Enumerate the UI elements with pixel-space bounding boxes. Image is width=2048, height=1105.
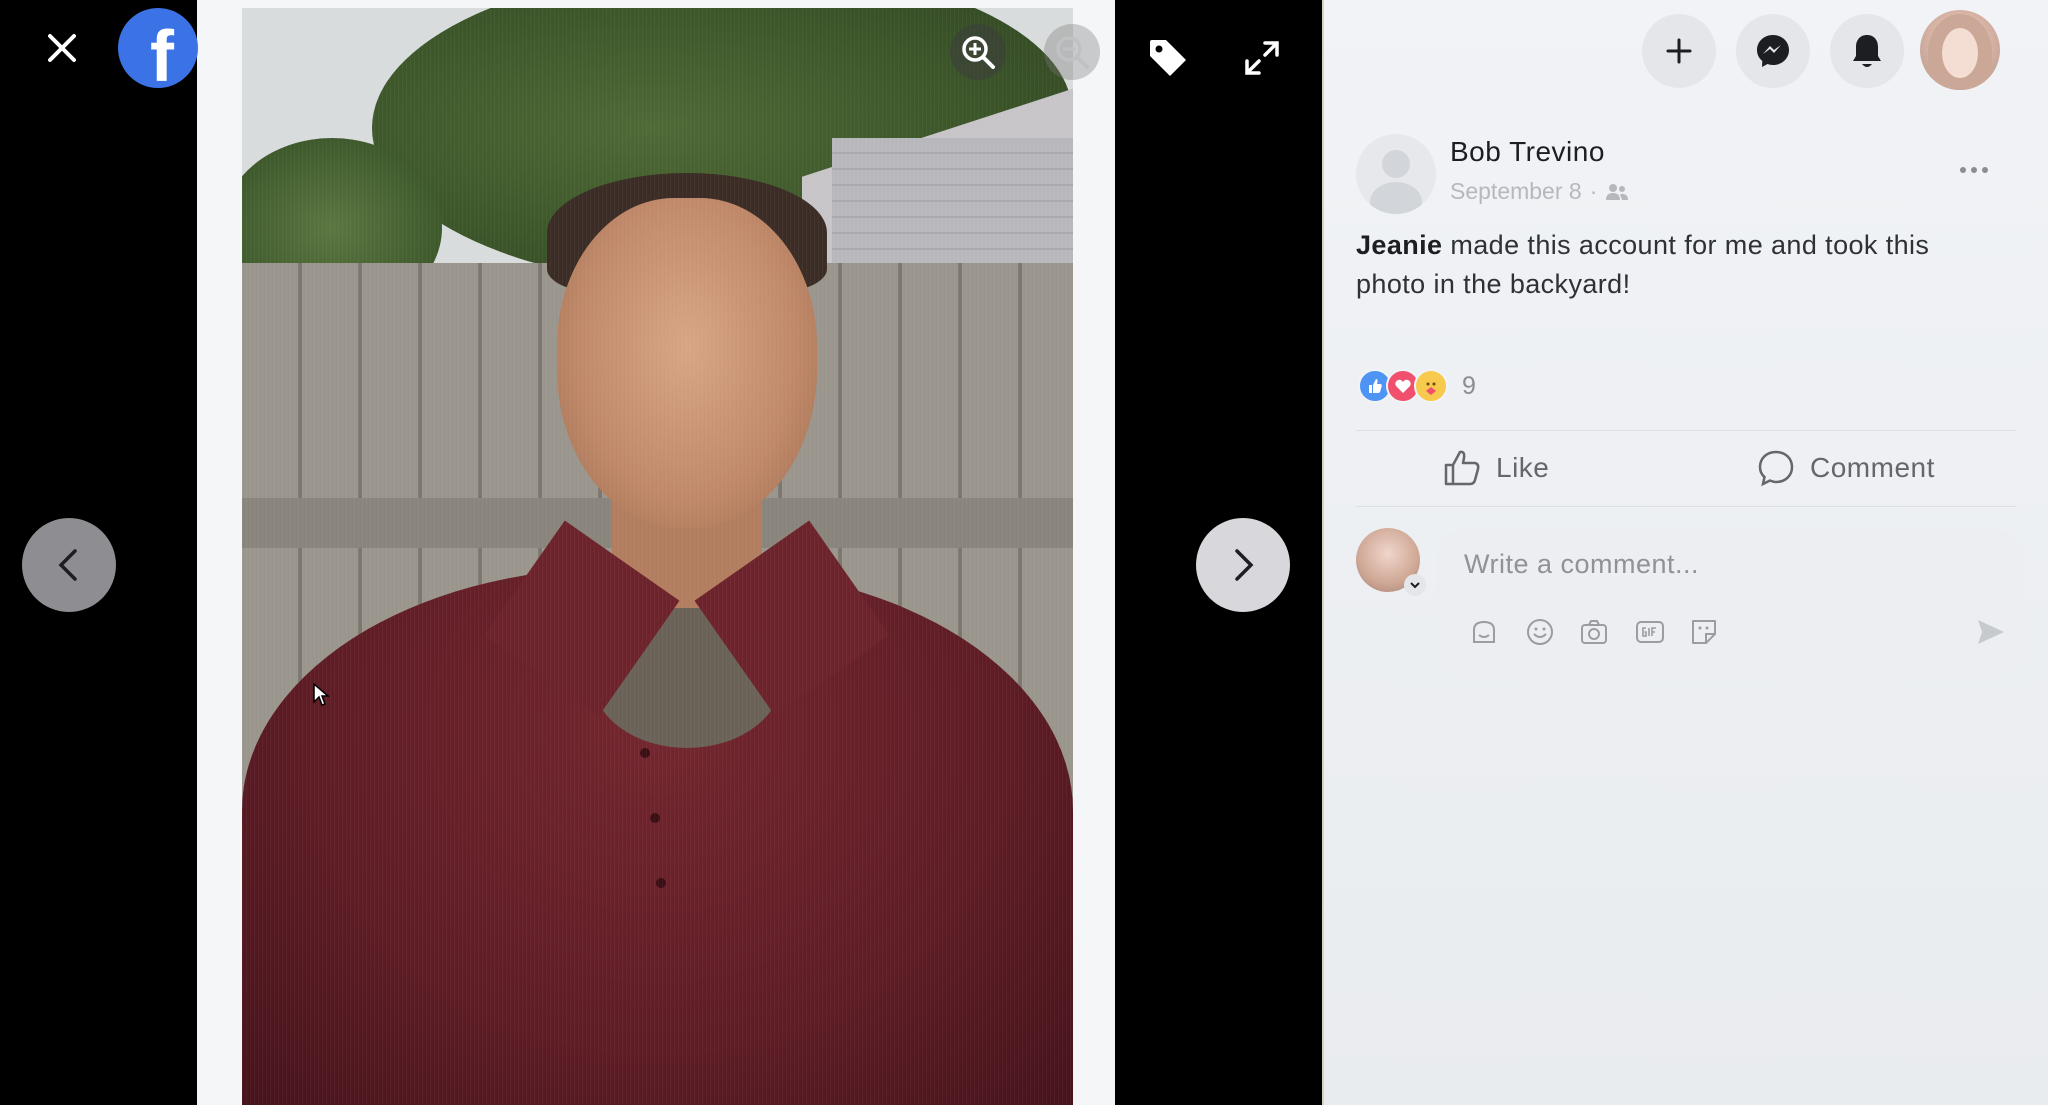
plus-icon: [1666, 38, 1692, 64]
chevron-down-icon[interactable]: [1404, 574, 1426, 596]
comment-label: Comment: [1810, 452, 1935, 483]
sticker-icon: [1692, 620, 1716, 644]
emoji-icon: [1527, 619, 1553, 645]
emoji-button[interactable]: [1520, 612, 1560, 652]
comment-composer: [1436, 530, 2024, 676]
facebook-logo[interactable]: f: [118, 8, 198, 88]
photo-viewer: f: [0, 0, 1322, 1105]
care-reaction-icon: [1414, 369, 1448, 403]
post-body: made this account for me and took this p…: [1356, 230, 1930, 299]
notifications-button[interactable]: [1830, 14, 1904, 88]
zoom-out-icon: [1056, 36, 1089, 69]
profile-avatar[interactable]: [1920, 10, 2000, 90]
zoom-out-button[interactable]: [1044, 24, 1100, 80]
create-button[interactable]: [1642, 14, 1716, 88]
expand-icon: [1245, 41, 1279, 75]
reactions-summary[interactable]: 9: [1358, 366, 1476, 406]
avatar-sticker-button[interactable]: [1464, 612, 1504, 652]
chevron-right-icon: [1235, 549, 1254, 581]
chevron-left-icon: [58, 549, 77, 581]
camera-button[interactable]: [1574, 612, 1614, 652]
more-dots-icon: [1960, 167, 1966, 173]
like-button[interactable]: Like: [1442, 440, 1549, 496]
sticker-button[interactable]: [1684, 612, 1724, 652]
tag-button[interactable]: [1140, 30, 1196, 86]
next-photo-button[interactable]: [1196, 518, 1290, 612]
fullscreen-button[interactable]: [1234, 30, 1290, 86]
bell-icon: [1853, 35, 1881, 67]
messenger-icon: [1757, 35, 1789, 67]
mentioned-name[interactable]: Jeanie: [1356, 230, 1442, 260]
post-side-panel: Bob Trevino September 8 · Jeanie made th…: [1322, 0, 2048, 1105]
author-avatar[interactable]: [1356, 134, 1436, 214]
friends-icon: [1606, 183, 1629, 200]
tag-icon: [1150, 40, 1186, 76]
comment-button[interactable]: Comment: [1756, 440, 1935, 496]
gif-button[interactable]: [1630, 612, 1670, 652]
author-name[interactable]: Bob Trevino: [1450, 136, 1605, 168]
previous-photo-button[interactable]: [22, 518, 116, 612]
send-button[interactable]: [1970, 612, 2010, 652]
post-date[interactable]: September 8: [1450, 178, 1582, 205]
avatar-sticker-icon: [1473, 620, 1495, 643]
close-icon: [48, 34, 76, 62]
zoom-in-icon: [962, 36, 995, 69]
top-navigation: [1322, 0, 2048, 96]
camera-icon: [1581, 620, 1607, 644]
send-icon: [1978, 620, 2004, 644]
facebook-logo-letter: f: [150, 17, 174, 88]
commenter-avatar[interactable]: [1356, 528, 1426, 596]
meta-separator: ·: [1589, 178, 1598, 204]
mouse-cursor-icon: [313, 682, 330, 706]
gif-icon: [1636, 621, 1664, 643]
comment-icon: [1758, 450, 1794, 487]
close-button[interactable]: [38, 24, 86, 72]
messenger-button[interactable]: [1736, 14, 1810, 88]
like-label: Like: [1496, 452, 1550, 483]
post-meta: September 8 ·: [1450, 178, 1629, 205]
divider: [1356, 430, 2016, 431]
post-text: Jeanie made this account for me and took…: [1356, 226, 1996, 304]
post-options-button[interactable]: [1944, 150, 2004, 190]
thumbs-up-icon: [1444, 450, 1480, 486]
divider: [1356, 506, 2016, 507]
post-photo[interactable]: [242, 8, 1073, 1105]
zoom-in-button[interactable]: [950, 24, 1006, 80]
reaction-count: 9: [1462, 371, 1476, 400]
comment-input[interactable]: [1464, 544, 1984, 584]
